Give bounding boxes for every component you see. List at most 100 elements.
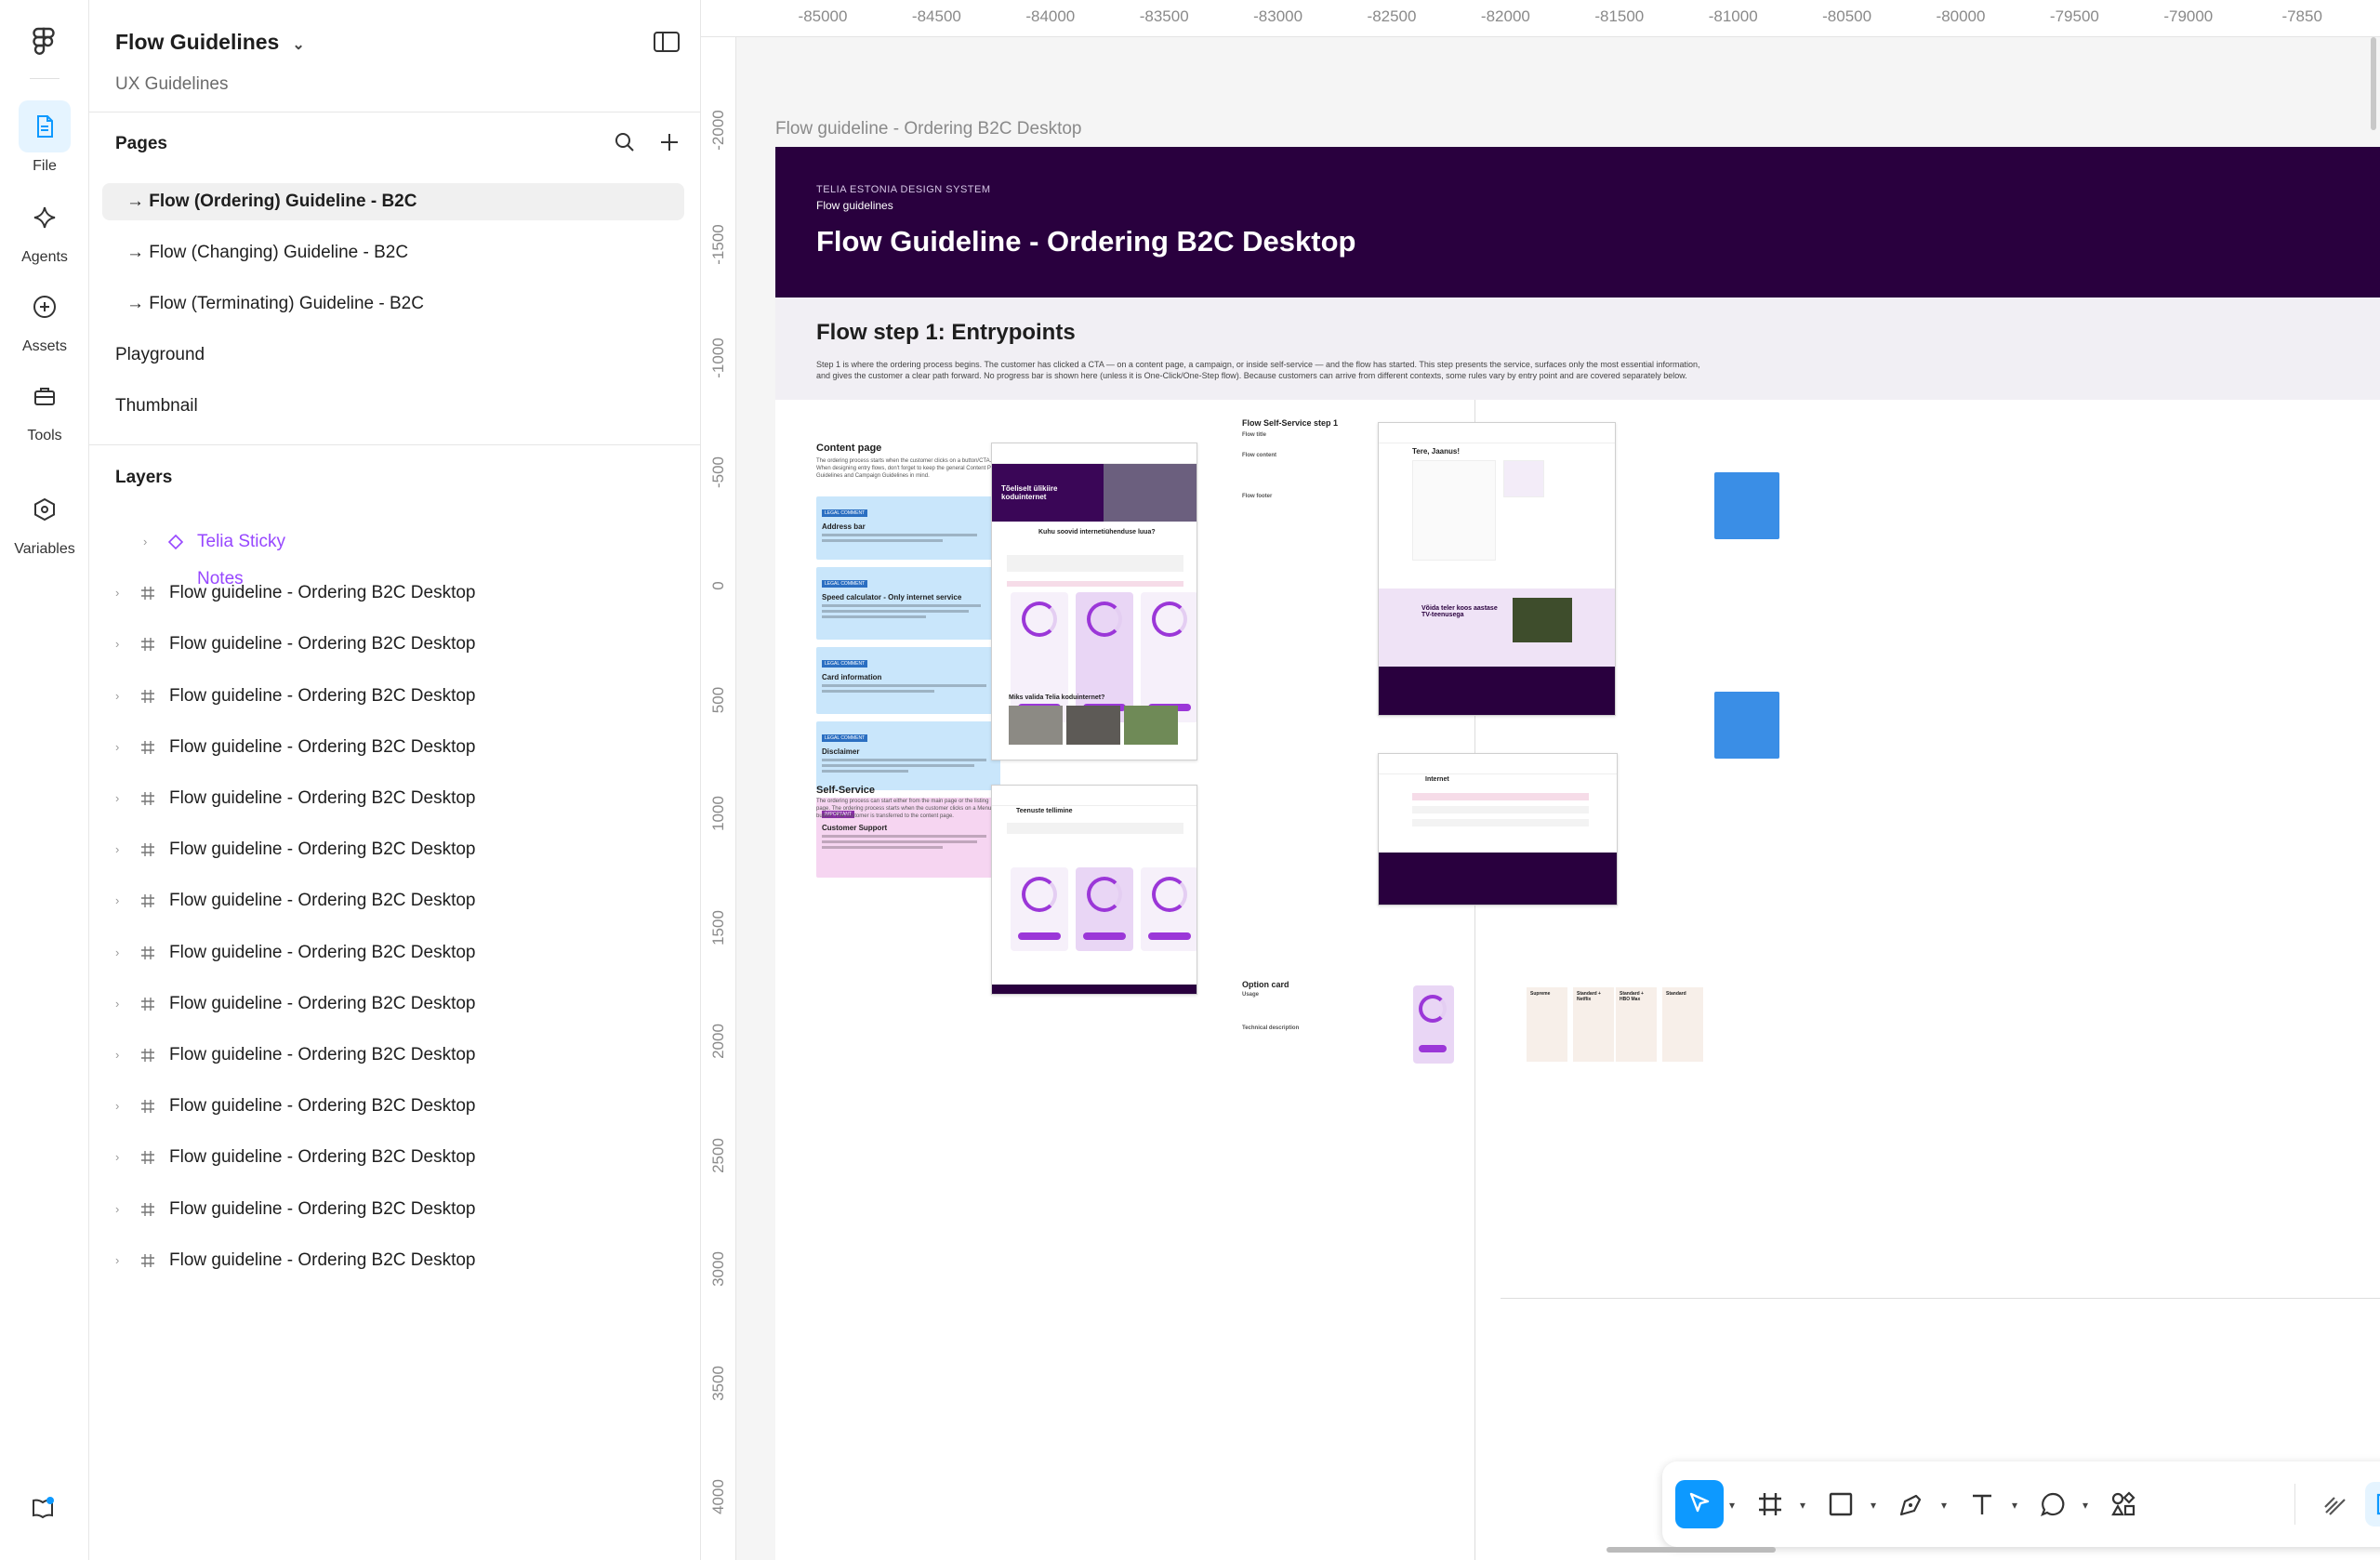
- rail-agents[interactable]: Agents: [0, 192, 89, 266]
- design-mode-button[interactable]: [2365, 1482, 2380, 1527]
- layer-row[interactable]: › Flow guideline - Ordering B2C Desktop: [102, 831, 684, 868]
- popup-card: [1503, 460, 1544, 497]
- chevron-down-icon[interactable]: ▾: [1729, 1499, 1735, 1512]
- frame-icon: [1759, 1493, 1781, 1515]
- chevron-right-icon[interactable]: ›: [115, 626, 119, 663]
- chevron-down-icon[interactable]: ▾: [2082, 1499, 2088, 1512]
- pen-tool-button[interactable]: [1887, 1480, 1936, 1528]
- search-icon[interactable]: [613, 130, 637, 154]
- self-service-mockup[interactable]: Teenuste tellimine: [991, 785, 1197, 995]
- actions-tool-button[interactable]: [2099, 1480, 2148, 1528]
- rail-tools-label: Tools: [27, 428, 62, 443]
- layer-name: Flow guideline - Ordering B2C Desktop: [169, 1096, 476, 1117]
- rail-agents-label: Agents: [21, 249, 68, 265]
- layer-row[interactable]: › Flow guideline - Ordering B2C Desktop: [102, 575, 684, 612]
- rail-tools[interactable]: Tools: [0, 370, 89, 444]
- rectangle-tool-button[interactable]: [1817, 1480, 1865, 1528]
- layer-row[interactable]: › Flow guideline - Ordering B2C Desktop: [102, 1037, 684, 1074]
- chevron-right-icon[interactable]: ›: [115, 1139, 119, 1176]
- file-icon: [19, 100, 71, 152]
- chevron-right-icon[interactable]: ›: [115, 729, 119, 766]
- frame-label[interactable]: Flow guideline - Ordering B2C Desktop: [775, 119, 1082, 139]
- sticky-note[interactable]: [1714, 472, 1779, 539]
- move-tool-button[interactable]: [1675, 1480, 1724, 1528]
- plan-card: Standard: [1662, 987, 1703, 1062]
- page-item-terminating[interactable]: → Flow (Terminating) Guideline - B2C: [102, 285, 684, 323]
- mock-nav: [1379, 423, 1615, 443]
- speed-cards: [1011, 867, 1197, 951]
- chevron-right-icon[interactable]: ›: [115, 831, 119, 868]
- rail-assets[interactable]: Assets: [0, 281, 89, 355]
- plan-name: Standard + HBO Max: [1620, 991, 1644, 1002]
- chevron-right-icon[interactable]: ›: [115, 1088, 119, 1125]
- frame-icon: [141, 638, 154, 652]
- sticky-note[interactable]: LEGAL COMMENT Address bar: [816, 496, 1000, 560]
- layer-row[interactable]: › Flow guideline - Ordering B2C Desktop: [102, 626, 684, 663]
- internet-mockup[interactable]: Internet: [1378, 753, 1618, 906]
- figma-logo-icon[interactable]: [28, 26, 60, 58]
- layer-row[interactable]: › Flow guideline - Ordering B2C Desktop: [102, 882, 684, 919]
- chevron-right-icon[interactable]: ›: [115, 678, 119, 715]
- rail-variables[interactable]: Variables: [0, 483, 89, 558]
- chevron-right-icon[interactable]: ›: [115, 934, 119, 972]
- chevron-right-icon[interactable]: ›: [115, 780, 119, 817]
- add-page-icon[interactable]: [657, 130, 681, 154]
- chevron-down-icon[interactable]: ▾: [1800, 1499, 1805, 1512]
- sticky-note[interactable]: LEGAL COMMENT Card information: [816, 647, 1000, 714]
- layer-row[interactable]: › Flow guideline - Ordering B2C Desktop: [102, 780, 684, 817]
- chevron-right-icon[interactable]: ›: [115, 1191, 119, 1228]
- greeting-mockup[interactable]: Tere, Jaanus! Võida teler koos aastase T…: [1378, 422, 1616, 716]
- page-item-ordering[interactable]: → Flow (Ordering) Guideline - B2C: [102, 183, 684, 220]
- chevron-down-icon[interactable]: ▾: [1871, 1499, 1876, 1512]
- chevron-right-icon[interactable]: ›: [143, 523, 147, 561]
- chevron-down-icon[interactable]: ▾: [1941, 1499, 1947, 1512]
- draw-mode-button[interactable]: [2313, 1482, 2358, 1527]
- frame-tool-button[interactable]: [1746, 1480, 1794, 1528]
- sticky-note[interactable]: [1714, 692, 1779, 759]
- text-tool-button[interactable]: [1958, 1480, 2006, 1528]
- layer-row[interactable]: › Flow guideline - Ordering B2C Desktop: [102, 1242, 684, 1279]
- plan-name: Standard + Netflix: [1577, 991, 1601, 1002]
- horizontal-scrollbar[interactable]: [1606, 1547, 1776, 1553]
- file-title[interactable]: Flow Guidelines ⌄: [115, 30, 305, 55]
- sparkle-icon: [19, 192, 71, 244]
- layer-row[interactable]: › Flow guideline - Ordering B2C Desktop: [102, 678, 684, 715]
- layer-name: Flow guideline - Ordering B2C Desktop: [169, 583, 476, 603]
- page-item-thumbnail[interactable]: Thumbnail: [102, 388, 684, 425]
- layer-row[interactable]: › Flow guideline - Ordering B2C Desktop: [102, 1191, 684, 1228]
- photo: [1009, 706, 1063, 745]
- chevron-right-icon[interactable]: ›: [115, 985, 119, 1023]
- layer-row[interactable]: › Flow guideline - Ordering B2C Desktop: [102, 934, 684, 972]
- component-icon: [167, 534, 184, 550]
- page-item-changing[interactable]: → Flow (Changing) Guideline - B2C: [102, 234, 684, 271]
- page-item-playground[interactable]: Playground: [102, 337, 684, 374]
- mock-nav: [1379, 754, 1617, 774]
- sticky-note[interactable]: LEGAL COMMENT Speed calculator - Only in…: [816, 567, 1000, 640]
- canvas[interactable]: -85000 -84500 -84000 -83500 -83000 -82500 -820…: [701, 0, 2380, 1560]
- ruler-tick: -7850: [2281, 7, 2322, 25]
- book-icon[interactable]: [30, 1495, 56, 1521]
- frame-icon: [141, 1202, 154, 1216]
- sidebar-toggle-icon[interactable]: [654, 32, 680, 52]
- speed-card: [1141, 592, 1197, 722]
- chevron-down-icon[interactable]: ▾: [2012, 1499, 2017, 1512]
- rail-file[interactable]: File: [0, 100, 89, 175]
- chevron-right-icon[interactable]: ›: [115, 575, 119, 612]
- content-page-mockup[interactable]: Tõeliselt ülikiire koduinternet Kuhu soo…: [991, 443, 1197, 760]
- frame-icon: [141, 843, 154, 857]
- chevron-right-icon[interactable]: ›: [115, 882, 119, 919]
- speed-card: [1011, 867, 1068, 951]
- vertical-scrollbar[interactable]: [2371, 37, 2376, 130]
- layer-row[interactable]: › Flow guideline - Ordering B2C Desktop: [102, 729, 684, 766]
- sticky-note[interactable]: LEGAL COMMENT Disclaimer: [816, 721, 1000, 790]
- ruler-tick: -84500: [911, 7, 961, 25]
- layer-row[interactable]: › Flow guideline - Ordering B2C Desktop: [102, 985, 684, 1023]
- chevron-right-icon[interactable]: ›: [115, 1242, 119, 1279]
- layer-row[interactable]: › Flow guideline - Ordering B2C Desktop: [102, 1139, 684, 1176]
- layer-name: Flow guideline - Ordering B2C Desktop: [169, 788, 476, 808]
- chevron-right-icon[interactable]: ›: [115, 1037, 119, 1074]
- layer-row[interactable]: › Telia Sticky Notes: [130, 523, 314, 588]
- guideline-frame[interactable]: TELIA ESTONIA DESIGN SYSTEM Flow guideli…: [775, 147, 2380, 1560]
- comment-tool-button[interactable]: [2029, 1480, 2077, 1528]
- layer-row[interactable]: › Flow guideline - Ordering B2C Desktop: [102, 1088, 684, 1125]
